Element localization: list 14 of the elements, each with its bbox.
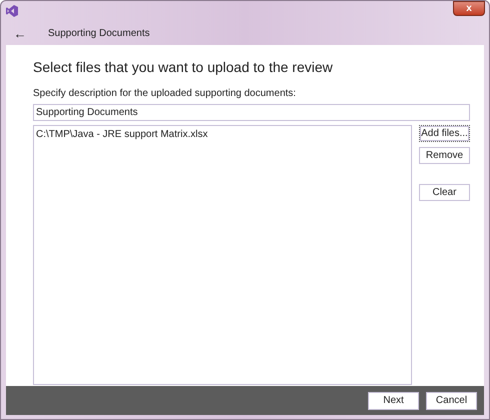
close-button[interactable]: x bbox=[453, 1, 485, 16]
page-title: Supporting Documents bbox=[48, 26, 150, 40]
footer-button[interactable]: Cancel bbox=[426, 392, 477, 410]
action-button[interactable]: Clear bbox=[419, 184, 470, 201]
footer-button[interactable]: Next bbox=[368, 392, 419, 410]
action-button[interactable]: Remove bbox=[419, 147, 470, 164]
heading: Select files that you want to upload to the review bbox=[33, 58, 334, 76]
action-button[interactable]: Add files... bbox=[419, 125, 470, 142]
description-field[interactable]: Supporting Documents bbox=[33, 104, 470, 121]
app-logo-icon bbox=[6, 5, 18, 17]
back-button[interactable]: ← bbox=[13, 26, 27, 40]
file-list[interactable]: C:\TMP\Java - JRE support Matrix.xlsx bbox=[33, 125, 412, 385]
file-item[interactable]: C:\TMP\Java - JRE support Matrix.xlsx bbox=[36, 128, 208, 141]
description-label: Specify description for the uploaded supporting documents: bbox=[33, 88, 297, 100]
